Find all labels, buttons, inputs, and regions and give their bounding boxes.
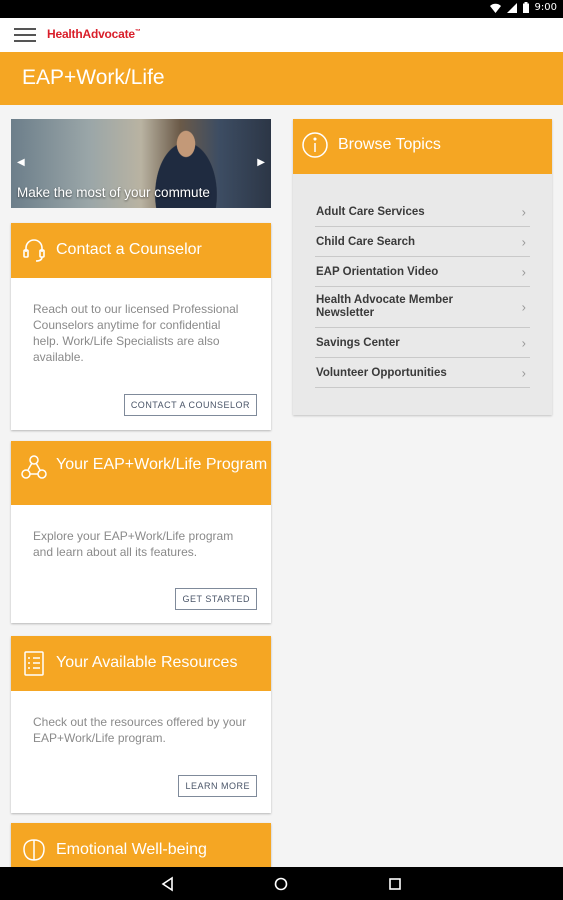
checklist-icon <box>24 651 44 676</box>
app-bar: HealthAdvocate™ <box>0 18 563 52</box>
chevron-right-icon: › <box>521 234 526 249</box>
status-time: 9:00 <box>534 2 557 13</box>
topic-label: Child Care Search <box>316 235 416 248</box>
hero-caption: Make the most of your commute <box>17 185 210 200</box>
hero-banner[interactable]: ◀ ▶ Make the most of your commute <box>11 119 271 208</box>
learn-more-button[interactable]: LEARN MORE <box>178 775 257 797</box>
topic-list: Adult Care Services › Child Care Search › … <box>315 197 530 388</box>
topic-label: Health Advocate Member Newsletter <box>316 294 453 319</box>
topic-label: Savings Center <box>316 336 400 349</box>
contact-counselor-card: Contact a Counselor Reach out to our lic… <box>11 223 271 430</box>
back-icon[interactable] <box>160 876 176 892</box>
emotional-wellbeing-card[interactable]: Emotional Well-being <box>11 823 271 867</box>
topic-label: Adult Care Services <box>316 205 425 218</box>
card-title: Emotional Well-being <box>56 841 207 858</box>
browse-title: Browse Topics <box>338 136 441 153</box>
battery-icon <box>522 2 529 13</box>
get-started-button[interactable]: GET STARTED <box>175 588 257 610</box>
chevron-right-icon: › <box>521 264 526 279</box>
status-icons: 9:00 <box>489 2 557 13</box>
available-resources-card: Your Available Resources Check out the r… <box>11 636 271 813</box>
card-text: Reach out to our licensed Professional C… <box>33 302 239 364</box>
system-nav-bar <box>0 867 563 900</box>
page-title: EAP+Work/Life <box>22 66 165 89</box>
card-header: Emotional Well-being <box>11 823 271 867</box>
topic-label: EAP Orientation Video <box>316 265 439 278</box>
recents-icon[interactable] <box>387 876 403 892</box>
card-title: Your Available Resources <box>56 654 238 671</box>
browse-topics-panel: Browse Topics Adult Care Services › Child… <box>293 119 552 415</box>
topic-member-newsletter[interactable]: Health Advocate Member Newsletter › <box>315 287 530 328</box>
chevron-right-icon: › <box>521 299 526 315</box>
wifi-icon <box>489 3 501 13</box>
card-text: Explore your EAP+Work/Life program and l… <box>33 529 234 559</box>
browse-header: Browse Topics <box>293 119 552 174</box>
headset-icon <box>23 239 45 262</box>
eap-program-card: Your EAP+Work/Life Program Explore your … <box>11 441 271 623</box>
topic-eap-orientation-video[interactable]: EAP Orientation Video › <box>315 257 530 287</box>
card-title: Your EAP+Work/Life Program <box>56 456 268 473</box>
chevron-right-icon: › <box>521 335 526 350</box>
signal-icon <box>506 2 517 13</box>
chevron-right-icon: › <box>521 365 526 380</box>
card-header: Contact a Counselor <box>11 223 271 278</box>
carousel-prev-icon[interactable]: ◀ <box>17 157 25 168</box>
menu-icon[interactable] <box>14 28 36 42</box>
network-icon <box>21 455 47 479</box>
carousel-next-icon[interactable]: ▶ <box>257 157 265 168</box>
home-icon[interactable] <box>273 876 289 892</box>
contact-counselor-button[interactable]: CONTACT A COUNSELOR <box>123 394 257 416</box>
status-bar: 9:00 <box>0 0 563 18</box>
brain-icon <box>23 839 45 861</box>
topic-adult-care-services[interactable]: Adult Care Services › <box>315 197 530 227</box>
chevron-right-icon: › <box>521 204 526 219</box>
topic-child-care-search[interactable]: Child Care Search › <box>315 227 530 257</box>
topic-label: Volunteer Opportunities <box>316 366 447 379</box>
topic-savings-center[interactable]: Savings Center › <box>315 328 530 358</box>
health-advocate-logo: HealthAdvocate™ <box>47 27 141 41</box>
page-header: EAP+Work/Life <box>0 52 563 105</box>
info-icon <box>302 132 328 158</box>
main-content: ◀ ▶ Make the most of your commute Contac… <box>0 105 563 867</box>
topic-volunteer-opportunities[interactable]: Volunteer Opportunities › <box>315 358 530 388</box>
card-text: Check out the resources offered by your … <box>33 715 247 745</box>
card-header: Your EAP+Work/Life Program <box>11 441 271 505</box>
card-header: Your Available Resources <box>11 636 271 691</box>
card-title: Contact a Counselor <box>56 241 202 258</box>
